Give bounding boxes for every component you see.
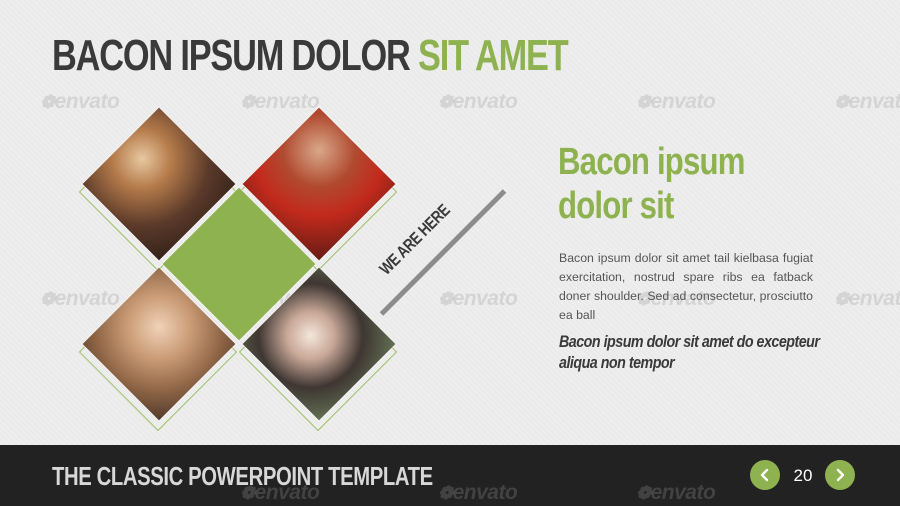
title-main: BACON IPSUM DOLOR: [52, 31, 419, 80]
footer-title: THE CLASSIC POWERPOINT TEMPLATE: [52, 461, 433, 491]
watermark-text: envato: [452, 287, 518, 310]
title-accent: SIT AMET: [418, 31, 569, 80]
watermark-text: envato: [650, 90, 716, 113]
watermark-text: envato: [452, 481, 518, 504]
content-italic: Bacon ipsum dolor sit amet do excepteur …: [559, 332, 820, 372]
watermark: ❁envato: [834, 90, 900, 114]
slide: BACON IPSUM DOLOR SIT AMET ❁envato ❁enva…: [0, 0, 900, 506]
prev-slide-button[interactable]: [750, 460, 780, 490]
chevron-left-icon: [760, 468, 769, 482]
watermark: ❁envato: [636, 90, 716, 113]
photo-collage: [78, 107, 400, 433]
watermark: ❁envato: [438, 481, 518, 504]
watermark-text: envato: [650, 481, 716, 504]
chevron-right-icon: [836, 468, 845, 482]
watermark: ❁envato: [438, 287, 518, 310]
watermark: ❁envato: [438, 90, 518, 113]
content-body: Bacon ipsum dolor sit amet tail kielbasa…: [559, 251, 813, 322]
watermark: ❁envato: [834, 287, 900, 311]
watermark-text: envato: [848, 90, 900, 113]
content-heading: Bacon ipsum dolor sit: [558, 141, 745, 227]
slide-title: BACON IPSUM DOLOR SIT AMET: [52, 31, 569, 80]
footer-bar: THE CLASSIC POWERPOINT TEMPLATE ❁envato …: [0, 445, 900, 506]
next-slide-button[interactable]: [825, 460, 855, 490]
watermark-text: envato: [452, 90, 518, 113]
watermark: ❁envato: [636, 481, 716, 504]
watermark-text: envato: [848, 287, 900, 310]
page-number: 20: [793, 466, 813, 485]
